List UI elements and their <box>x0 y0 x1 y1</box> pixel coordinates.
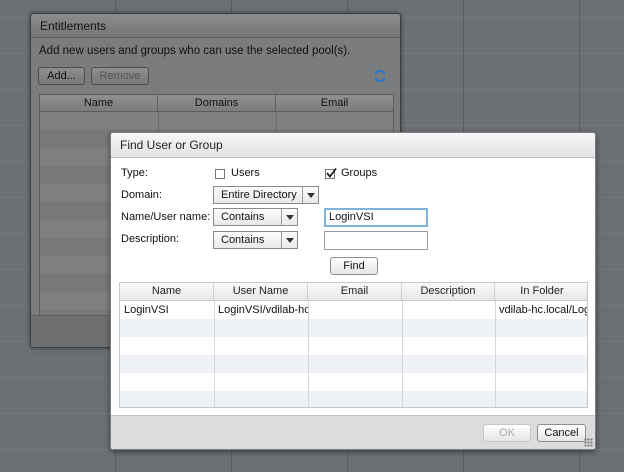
result-cell-description[interactable] <box>402 301 495 319</box>
type-label: Type: <box>121 167 148 179</box>
description-label: Description: <box>121 233 180 245</box>
find-dialog-title: Find User or Group <box>111 133 595 158</box>
results-table: Name User Name Email Description In Fold… <box>119 282 588 408</box>
column-divider <box>402 301 403 407</box>
cancel-button[interactable]: Cancel <box>537 424 586 442</box>
chevron-down-icon <box>302 187 318 203</box>
add-button[interactable]: Add... <box>38 67 85 85</box>
description-match-value: Contains <box>221 234 265 246</box>
column-header-email[interactable]: Email <box>308 283 402 301</box>
result-cell-in-folder[interactable]: vdilab-hc.local/Logi <box>495 301 587 319</box>
column-header-name[interactable]: Name <box>120 283 214 301</box>
remove-button[interactable]: Remove <box>91 67 149 85</box>
result-cell-user-name[interactable]: LoginVSI/vdilab-hc <box>214 301 308 319</box>
chevron-down-icon <box>281 232 297 248</box>
result-cell-name[interactable]: LoginVSI <box>120 301 214 319</box>
column-divider <box>214 301 215 407</box>
name-search-input[interactable]: LoginVSI <box>324 208 428 227</box>
results-rows: LoginVSI LoginVSI/vdilab-hc vdilab-hc.lo… <box>120 301 587 407</box>
name-match-dropdown[interactable]: Contains <box>213 208 298 226</box>
groups-checkbox-label[interactable]: Groups <box>341 167 377 179</box>
groups-checkbox[interactable] <box>325 167 337 179</box>
entitlements-table-header: Name Domains Email <box>40 95 393 112</box>
description-search-input[interactable] <box>324 231 428 250</box>
chevron-down-icon <box>281 209 297 225</box>
domain-dropdown-value: Entire Directory <box>221 189 297 201</box>
column-header-domains[interactable]: Domains <box>158 95 276 111</box>
column-divider <box>308 301 309 407</box>
find-dialog-footer: OK Cancel <box>111 415 595 449</box>
resize-grip-icon[interactable] <box>584 438 593 447</box>
results-table-header: Name User Name Email Description In Fold… <box>120 283 587 301</box>
ok-button[interactable]: OK <box>483 424 531 442</box>
column-header-description[interactable]: Description <box>402 283 495 301</box>
domain-label: Domain: <box>121 189 162 201</box>
column-header-in-folder[interactable]: In Folder <box>495 283 587 301</box>
column-divider <box>495 301 496 407</box>
description-match-dropdown[interactable]: Contains <box>213 231 298 249</box>
domain-dropdown[interactable]: Entire Directory <box>213 186 319 204</box>
checkmark-icon <box>326 167 337 178</box>
name-label: Name/User name: <box>121 211 211 223</box>
entitlements-title: Entitlements <box>31 14 400 38</box>
entitlements-description: Add new users and groups who can use the… <box>39 45 351 57</box>
result-cell-email[interactable] <box>308 301 402 319</box>
name-match-value: Contains <box>221 211 265 223</box>
find-user-or-group-dialog: Find User or Group Type: Users Groups Do… <box>110 132 596 450</box>
column-header-name[interactable]: Name <box>40 95 158 111</box>
find-button[interactable]: Find <box>330 257 378 275</box>
users-checkbox-label[interactable]: Users <box>231 167 260 179</box>
column-header-email[interactable]: Email <box>276 95 393 111</box>
refresh-icon[interactable] <box>373 69 387 83</box>
column-header-user-name[interactable]: User Name <box>214 283 308 301</box>
users-checkbox[interactable] <box>215 169 225 179</box>
